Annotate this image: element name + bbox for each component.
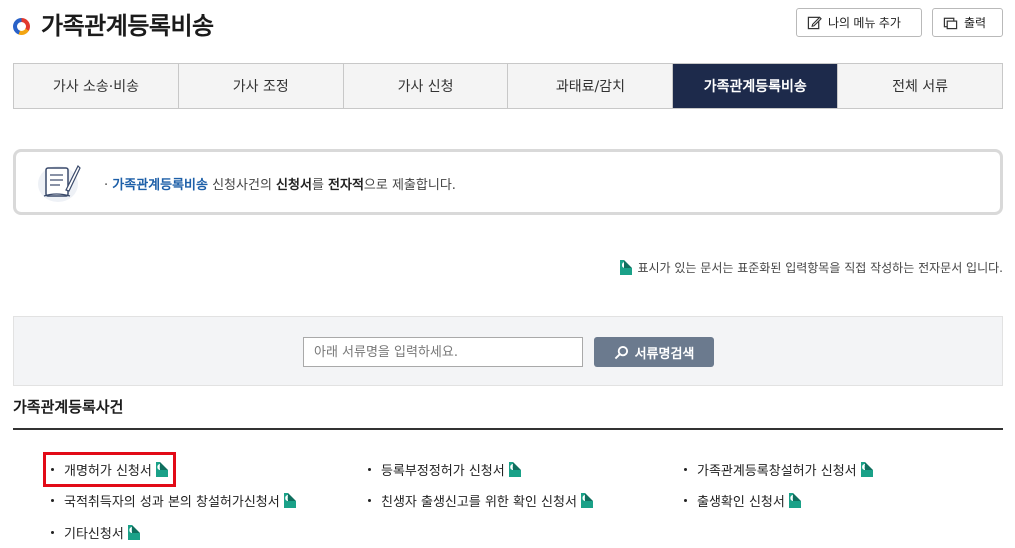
page-title: 가족관계등록비송 xyxy=(41,12,214,40)
tab-family-application[interactable]: 가사 신청 xyxy=(344,64,509,108)
list-bullet xyxy=(51,468,54,471)
e-document-icon xyxy=(155,460,168,477)
search-input[interactable] xyxy=(303,337,583,367)
list-item-label: 등록부정정허가 신청서 xyxy=(381,464,505,479)
e-document-icon xyxy=(127,523,140,540)
list-bullet xyxy=(684,499,687,502)
list-item-label: 개명허가 신청서 xyxy=(64,464,152,479)
search-icon xyxy=(614,345,628,359)
list-item-birth-confirmation[interactable]: 출생확인 신청서 xyxy=(684,491,801,510)
print-icon xyxy=(943,17,958,30)
page-header: 가족관계등록비송 나의 메뉴 추가 출력 xyxy=(13,8,1003,44)
category-tabs: 가사 소송·비송 가사 조정 가사 신청 과태료/감치 가족관계등록비송 전체 … xyxy=(13,63,1003,109)
e-document-icon xyxy=(508,460,521,477)
e-document-icon xyxy=(283,491,296,508)
list-item-label: 가족관계등록창설허가 신청서 xyxy=(697,464,857,479)
e-document-legend: 표시가 있는 문서는 표준화된 입력항목을 직접 작성하는 전자문서 입니다. xyxy=(620,258,1003,276)
list-item-label: 기타신청서 xyxy=(64,527,124,542)
info-box: · 가족관계등록비송 신청사건의 신청서를 전자적으로 제출합니다. xyxy=(13,149,1003,215)
document-quill-icon xyxy=(38,164,81,202)
info-text-part2: 를 xyxy=(311,178,329,193)
info-bold-application: 신청서 xyxy=(276,178,312,193)
list-bullet xyxy=(51,499,54,502)
edit-icon xyxy=(807,16,822,30)
list-item-name-change[interactable]: 개명허가 신청서 xyxy=(43,452,176,487)
list-bullet xyxy=(51,531,54,534)
print-button[interactable]: 출력 xyxy=(932,8,1003,37)
list-bullet xyxy=(368,468,371,471)
e-document-icon xyxy=(860,460,873,477)
list-item-registration-creation[interactable]: 가족관계등록창설허가 신청서 xyxy=(684,460,873,479)
list-item-surname-origin-creation[interactable]: 국적취득자의 성과 본의 창설허가신청서 xyxy=(51,491,296,510)
list-item-label: 출생확인 신청서 xyxy=(697,495,785,510)
list-item-label: 친생자 출생신고를 위한 확인 신청서 xyxy=(381,495,577,510)
list-item-record-correction[interactable]: 등록부정정허가 신청서 xyxy=(368,460,521,479)
circle-logo-icon xyxy=(13,18,30,35)
list-item-birth-confirmation-for-report[interactable]: 친생자 출생신고를 위한 확인 신청서 xyxy=(368,491,593,510)
list-bullet xyxy=(368,499,371,502)
e-document-icon xyxy=(788,491,801,508)
info-bullet: · xyxy=(104,178,109,193)
search-button-label: 서류명검색 xyxy=(634,345,695,361)
section-title: 가족관계등록사건 xyxy=(13,398,124,416)
info-text-part3: 으로 제출합니다. xyxy=(363,178,456,193)
tab-family-registration[interactable]: 가족관계등록비송 xyxy=(673,64,839,108)
tab-all-documents[interactable]: 전체 서류 xyxy=(838,64,1002,108)
e-document-icon xyxy=(580,491,593,508)
print-label: 출력 xyxy=(964,16,987,30)
list-item-other-application[interactable]: 기타신청서 xyxy=(51,523,140,542)
list-bullet xyxy=(684,468,687,471)
e-document-icon xyxy=(620,258,633,275)
search-button[interactable]: 서류명검색 xyxy=(594,337,714,367)
tab-family-mediation[interactable]: 가사 조정 xyxy=(179,64,344,108)
info-text-part1: 신청사건의 xyxy=(207,178,277,193)
info-message: · 가족관계등록비송 신청사건의 신청서를 전자적으로 제출합니다. xyxy=(104,174,456,193)
section-divider xyxy=(13,428,1003,430)
info-bold-electronic: 전자적 xyxy=(328,178,364,193)
add-my-menu-button[interactable]: 나의 메뉴 추가 xyxy=(796,8,922,37)
tab-fine-detention[interactable]: 과태료/감치 xyxy=(508,64,674,108)
add-my-menu-label: 나의 메뉴 추가 xyxy=(828,16,901,30)
info-highlight: 가족관계등록비송 xyxy=(112,178,208,193)
tab-family-litigation[interactable]: 가사 소송·비송 xyxy=(14,64,179,108)
legend-text: 표시가 있는 문서는 표준화된 입력항목을 직접 작성하는 전자문서 입니다. xyxy=(637,261,1003,275)
search-panel: 서류명검색 xyxy=(13,316,1003,386)
list-item-label: 국적취득자의 성과 본의 창설허가신청서 xyxy=(64,495,280,510)
